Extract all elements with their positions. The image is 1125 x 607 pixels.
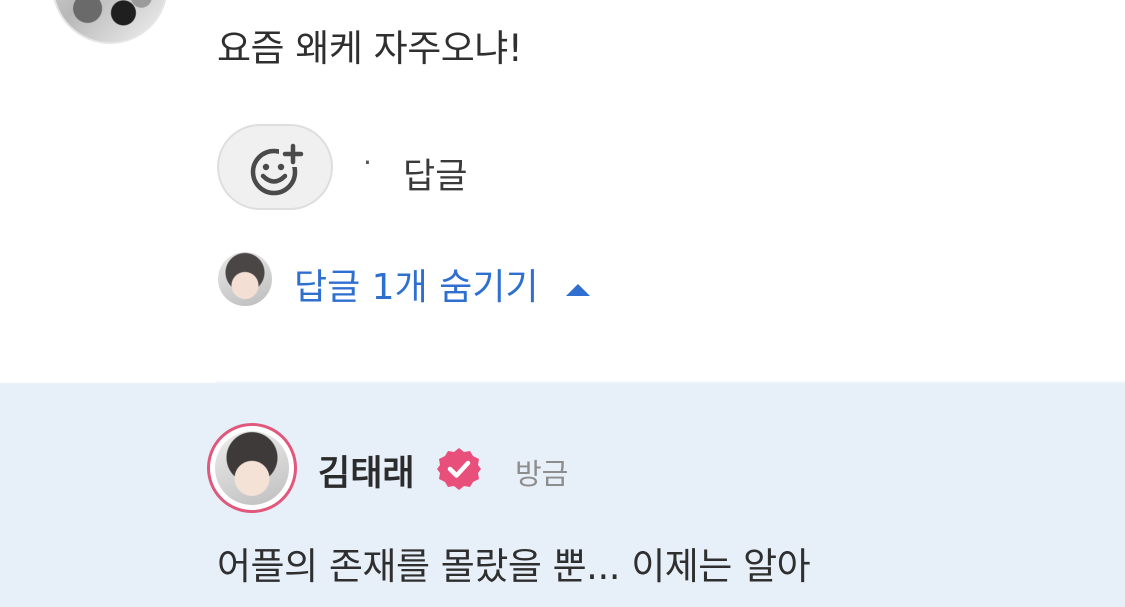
commenter-avatar[interactable] bbox=[52, 0, 168, 44]
add-reaction-button[interactable] bbox=[217, 124, 333, 210]
smiley-plus-icon bbox=[250, 143, 307, 196]
reply-text: 어플의 존재를 몰랐을 뿐... 이제는 알아 bbox=[217, 545, 811, 588]
reply-button[interactable]: 답글 bbox=[403, 148, 467, 199]
divider bbox=[216, 381, 1125, 383]
hide-replies-label: 답글 1개 숨기기 bbox=[294, 267, 539, 308]
verified-badge-icon bbox=[436, 446, 482, 496]
separator-dot: · bbox=[363, 146, 372, 179]
reply-author-avatar[interactable] bbox=[207, 423, 297, 513]
caret-up-icon bbox=[565, 266, 591, 307]
reply-author-name[interactable]: 김태래 bbox=[318, 445, 415, 496]
hide-replies-toggle[interactable]: 답글 1개 숨기기 bbox=[294, 258, 591, 310]
reply-preview-avatar bbox=[218, 252, 272, 306]
avatar-image bbox=[215, 431, 289, 505]
reply-timestamp: 방금 bbox=[515, 457, 569, 491]
comment-text: 요즘 왜케 자주오냐! bbox=[217, 27, 523, 70]
